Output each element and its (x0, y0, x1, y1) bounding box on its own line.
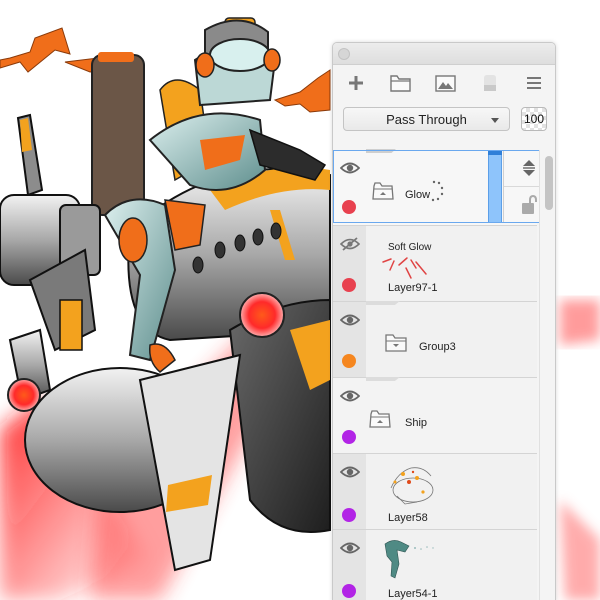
color-tag-purple[interactable] (342, 584, 356, 598)
layers-toolbar (333, 65, 555, 101)
layers-panel: Pass Through 100 Glow Soft Glow Layer97-… (332, 42, 556, 600)
backpack (91, 52, 145, 216)
scrollbar-thumb[interactable] (545, 156, 553, 210)
chevron-down-icon (491, 118, 499, 123)
image-layer-icon[interactable] (434, 72, 456, 94)
layer-row-layer58[interactable]: Layer58 (333, 454, 537, 530)
layer-name: Layer54-1 (388, 588, 438, 600)
blend-mode-select[interactable]: Pass Through (343, 107, 510, 131)
color-tag-red[interactable] (342, 200, 356, 214)
layer-drag-handle[interactable] (488, 150, 502, 223)
opacity-field[interactable]: 100 (521, 107, 547, 131)
visibility-eye-icon[interactable] (340, 465, 360, 479)
mask-icon[interactable] (479, 72, 501, 94)
layer-row-ship[interactable]: Ship (333, 377, 537, 454)
blend-mode-value: Pass Through (386, 111, 467, 127)
menu-icon[interactable] (523, 72, 545, 94)
group-folder-icon[interactable] (369, 410, 391, 428)
close-button[interactable] (338, 48, 350, 60)
visibility-eye-icon[interactable] (340, 313, 360, 327)
blend-row: Pass Through 100 (333, 101, 555, 137)
layer-thumbnail (390, 467, 434, 505)
group-folder-icon[interactable] (372, 182, 394, 200)
layer-name: Ship (405, 417, 428, 429)
panel-titlebar[interactable] (333, 43, 555, 65)
color-tag-purple[interactable] (342, 508, 356, 522)
new-group-folder-icon[interactable] (390, 72, 412, 94)
color-tag-purple[interactable] (342, 430, 356, 444)
layer-name: Group3 (419, 341, 456, 353)
layer-name: Layer58 (388, 512, 428, 524)
layer-name: Glow (405, 189, 431, 201)
layer-name: Layer97-1 (388, 282, 438, 294)
group-folder-icon[interactable] (385, 334, 407, 352)
visibility-eye-icon[interactable] (340, 541, 360, 555)
layer-row-layer54-1[interactable]: Layer54-1 (333, 530, 537, 600)
layer-thumbnail (384, 540, 434, 579)
color-tag-orange[interactable] (342, 354, 356, 368)
visibility-eye-icon[interactable] (340, 161, 360, 175)
blaster-cannon (0, 113, 101, 412)
add-layer-icon[interactable] (345, 72, 367, 94)
visibility-hidden-icon[interactable] (340, 237, 360, 251)
layer-row-layer97-1[interactable]: Soft Glow Layer97-1 (333, 226, 537, 302)
loading-spinner-icon (431, 180, 444, 202)
visibility-eye-icon[interactable] (340, 389, 360, 403)
layer-row-group3[interactable]: Group3 (333, 301, 537, 378)
layers-scrollbar[interactable] (539, 150, 555, 600)
color-tag-red[interactable] (342, 278, 356, 292)
